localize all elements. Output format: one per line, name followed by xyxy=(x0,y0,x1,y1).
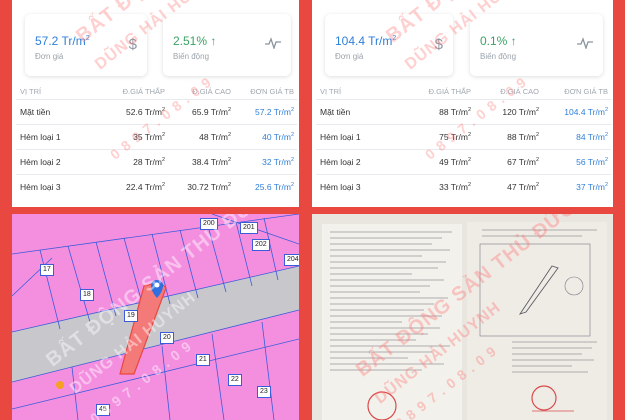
unit-price-value: 57.2 Tr/m2 xyxy=(35,34,90,48)
table-row: Mặt tiền 52.6 Tr/m2 65.9 Tr/m2 57.2 Tr/m… xyxy=(16,98,297,124)
plot-label: 200 xyxy=(200,218,218,230)
plot-label: 45 xyxy=(96,404,110,416)
change-label: Biến động xyxy=(173,52,210,61)
price-panel-right: 104.4 Tr/m2 Đơn giá $ 0.1% ↑ Biến động V… xyxy=(312,0,613,207)
plot-label: 201 xyxy=(240,222,258,234)
cadastral-map[interactable]: 200 201 202 204 17 18 19 20 21 22 23 45 … xyxy=(12,214,299,420)
plot-label: 23 xyxy=(257,386,271,398)
plot-label: 204 xyxy=(284,254,299,266)
col-header-low: Đ.GIÁ THẤP xyxy=(428,87,471,97)
table-row: Hẻm loại 2 49 Tr/m2 67 Tr/m2 56 Tr/m2 xyxy=(316,148,611,174)
plot-label: 19 xyxy=(124,310,138,322)
table-row: Hẻm loại 1 35 Tr/m2 48 Tr/m2 40 Tr/m2 xyxy=(16,123,297,149)
plot-label: 21 xyxy=(196,354,210,366)
table-row: Hẻm loại 1 75 Tr/m2 88 Tr/m2 84 Tr/m2 xyxy=(316,123,611,149)
poi-marker-icon xyxy=(56,381,64,389)
table-row: Mặt tiền 88 Tr/m2 120 Tr/m2 104.4 Tr/m2 xyxy=(316,98,611,124)
plot-label: 17 xyxy=(40,264,54,276)
unit-price-card: 104.4 Tr/m2 Đơn giá $ xyxy=(325,14,453,76)
price-panel-left: 57.2 Tr/m2 Đơn giá $ 2.51% ↑ Biến động V… xyxy=(12,0,299,207)
col-header-position: VỊ TRÍ xyxy=(20,87,42,97)
col-header-avg: ĐƠN GIÁ TB xyxy=(250,87,294,97)
col-header-avg: ĐƠN GIÁ TB xyxy=(564,87,608,97)
dollar-icon: $ xyxy=(434,36,443,53)
change-value: 2.51% ↑ xyxy=(173,34,217,48)
pulse-icon xyxy=(265,36,281,53)
price-table: VỊ TRÍ Đ.GIÁ THẤP Đ.GIÁ CAO ĐƠN GIÁ TB M… xyxy=(316,85,611,199)
change-card: 0.1% ↑ Biến động xyxy=(470,14,603,76)
col-header-high: Đ.GIÁ CAO xyxy=(192,87,231,97)
plot-label: 202 xyxy=(252,239,270,251)
col-header-high: Đ.GIÁ CAO xyxy=(500,87,539,97)
pulse-icon xyxy=(577,36,593,53)
change-label: Biến động xyxy=(480,52,517,61)
table-row: Hẻm loại 3 33 Tr/m2 47 Tr/m2 37 Tr/m2 xyxy=(316,173,611,199)
plot-label: 20 xyxy=(160,332,174,344)
unit-price-card: 57.2 Tr/m2 Đơn giá $ xyxy=(25,14,147,76)
plot-label: 22 xyxy=(228,374,242,386)
col-header-low: Đ.GIÁ THẤP xyxy=(122,87,165,97)
unit-price-value: 104.4 Tr/m2 xyxy=(335,34,397,48)
price-table: VỊ TRÍ Đ.GIÁ THẤP Đ.GIÁ CAO ĐƠN GIÁ TB M… xyxy=(16,85,297,199)
unit-price-label: Đơn giá xyxy=(335,52,364,61)
land-certificate-image: BẤT ĐỘNG SẢN THỦ ĐỨC DŨNG HẢI HUYNH 0 8 … xyxy=(312,214,613,420)
change-card: 2.51% ↑ Biến động xyxy=(163,14,291,76)
dollar-icon: $ xyxy=(128,36,137,53)
plot-label: 18 xyxy=(80,289,94,301)
change-value: 0.1% ↑ xyxy=(480,34,517,48)
document-photo xyxy=(312,214,613,420)
col-header-position: VỊ TRÍ xyxy=(320,87,342,97)
table-row: Hẻm loại 2 28 Tr/m2 38.4 Tr/m2 32 Tr/m2 xyxy=(16,148,297,174)
table-row: Hẻm loại 3 22.4 Tr/m2 30.72 Tr/m2 25.6 T… xyxy=(16,173,297,199)
unit-price-label: Đơn giá xyxy=(35,52,64,61)
